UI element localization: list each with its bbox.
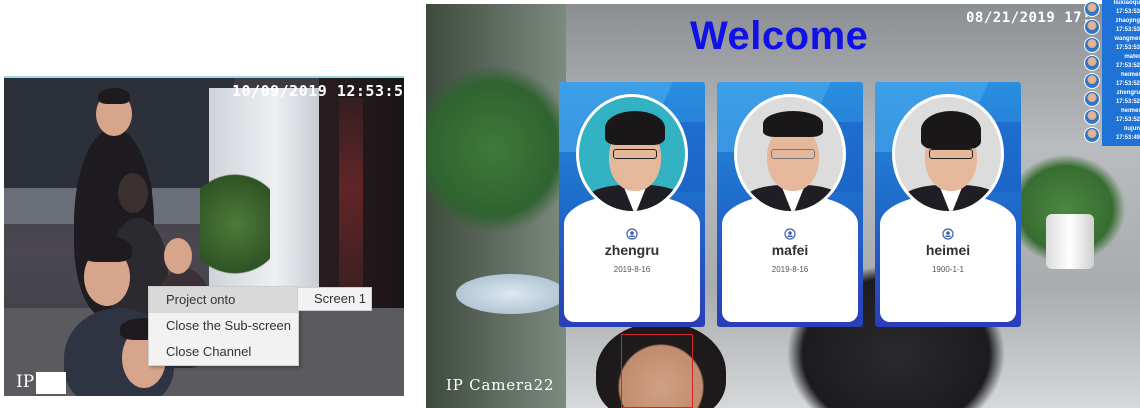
recent-name: heimei <box>1120 108 1140 114</box>
photo-glasses <box>771 149 815 159</box>
recent-time: 17:53:49 <box>1115 135 1140 141</box>
menu-item-project-onto[interactable]: Project onto <box>149 287 298 313</box>
recent-time: 17:53:52 <box>1115 117 1140 123</box>
submenu-item-screen-1[interactable]: Screen 1 <box>297 287 372 311</box>
person-hair <box>82 236 132 262</box>
person-head <box>164 238 192 274</box>
avatar <box>1084 1 1100 17</box>
recent-name: liujun <box>1124 126 1140 132</box>
id-badge-icon <box>784 228 796 240</box>
face-photo <box>734 94 846 214</box>
context-menu: Project onto Close the Sub-screen Close … <box>148 286 299 366</box>
avatar <box>1084 55 1100 71</box>
plant-pot <box>1046 214 1094 269</box>
photo-glasses <box>613 149 657 159</box>
face-photo <box>892 94 1004 214</box>
id-badge-icon <box>942 228 954 240</box>
recent-item[interactable]: zhaojing 17:53:53 <box>1084 18 1140 36</box>
photo-hair <box>605 111 665 145</box>
face-card[interactable]: heimei 1900-1-1 <box>875 82 1021 327</box>
recent-time: 17:53:52 <box>1115 63 1140 69</box>
recent-item[interactable]: mafei 17:53:52 <box>1084 54 1140 72</box>
recent-item[interactable]: liuxiaoqu 17:53:53 <box>1084 0 1140 18</box>
right-camera-view[interactable]: Welcome 08/21/2019 17: IP Camera22 zheng… <box>426 4 1140 408</box>
person-hair <box>114 168 152 218</box>
recent-name: mafei <box>1124 54 1140 60</box>
recent-time: 17:53:53 <box>1115 9 1140 15</box>
left-timestamp: 10/09/2019 12:53:58 <box>232 82 414 100</box>
left-channel-label: IP <box>16 372 35 392</box>
recent-time: 17:53:53 <box>1115 27 1140 33</box>
right-channel-label: IP Camera22 <box>446 376 555 394</box>
recent-item[interactable]: zhengru 17:53:52 <box>1084 90 1140 108</box>
welcome-banner: Welcome <box>690 14 869 58</box>
face-photo <box>576 94 688 214</box>
face-card[interactable]: mafei 2019-8-16 <box>717 82 863 327</box>
red-light <box>339 98 363 318</box>
table-object <box>456 274 566 314</box>
avatar <box>1084 127 1100 143</box>
channel-label-mask <box>36 372 66 394</box>
card-date: 1900-1-1 <box>931 265 965 274</box>
recent-recognition-list: liuxiaoqu 17:53:53 zhaojing 17:53:53 wan… <box>1084 0 1140 146</box>
recent-item[interactable]: heimei 17:53:52 <box>1084 108 1140 126</box>
recent-item[interactable]: liujun 17:53:49 <box>1084 126 1140 144</box>
recent-item[interactable]: heimei 17:53:52 <box>1084 72 1140 90</box>
photo-hair <box>921 111 981 149</box>
photo-glasses <box>929 149 973 159</box>
person-hair <box>98 88 130 104</box>
recent-name: wangmei <box>1114 36 1140 42</box>
card-name: mafei <box>771 242 809 258</box>
recent-time: 17:53:52 <box>1115 81 1140 87</box>
card-name: zhengru <box>604 242 660 258</box>
card-name: heimei <box>925 242 971 258</box>
avatar <box>1084 37 1100 53</box>
recent-name: heimei <box>1120 72 1140 78</box>
face-card[interactable]: zhengru 2019-8-16 <box>559 82 705 327</box>
plant <box>426 64 576 234</box>
plant <box>200 164 270 284</box>
right-timestamp: 08/21/2019 17: <box>966 10 1092 26</box>
face-detection-box <box>621 334 693 408</box>
card-date: 2019-8-16 <box>613 265 651 274</box>
menu-item-close-sub-screen[interactable]: Close the Sub-screen <box>149 313 298 339</box>
avatar <box>1084 19 1100 35</box>
recent-name: zhaojing <box>1115 18 1140 24</box>
card-date: 2019-8-16 <box>771 265 809 274</box>
recent-item[interactable]: wangmei 17:53:53 <box>1084 36 1140 54</box>
photo-hair <box>763 111 823 137</box>
recent-time: 17:53:52 <box>1115 99 1140 105</box>
recent-name: zhengru <box>1116 90 1140 96</box>
menu-item-close-channel[interactable]: Close Channel <box>149 339 298 365</box>
id-badge-icon <box>626 228 638 240</box>
recent-time: 17:53:53 <box>1115 45 1140 51</box>
avatar <box>1084 91 1100 107</box>
recent-name: liuxiaoqu <box>1113 0 1140 6</box>
avatar <box>1084 109 1100 125</box>
avatar <box>1084 73 1100 89</box>
